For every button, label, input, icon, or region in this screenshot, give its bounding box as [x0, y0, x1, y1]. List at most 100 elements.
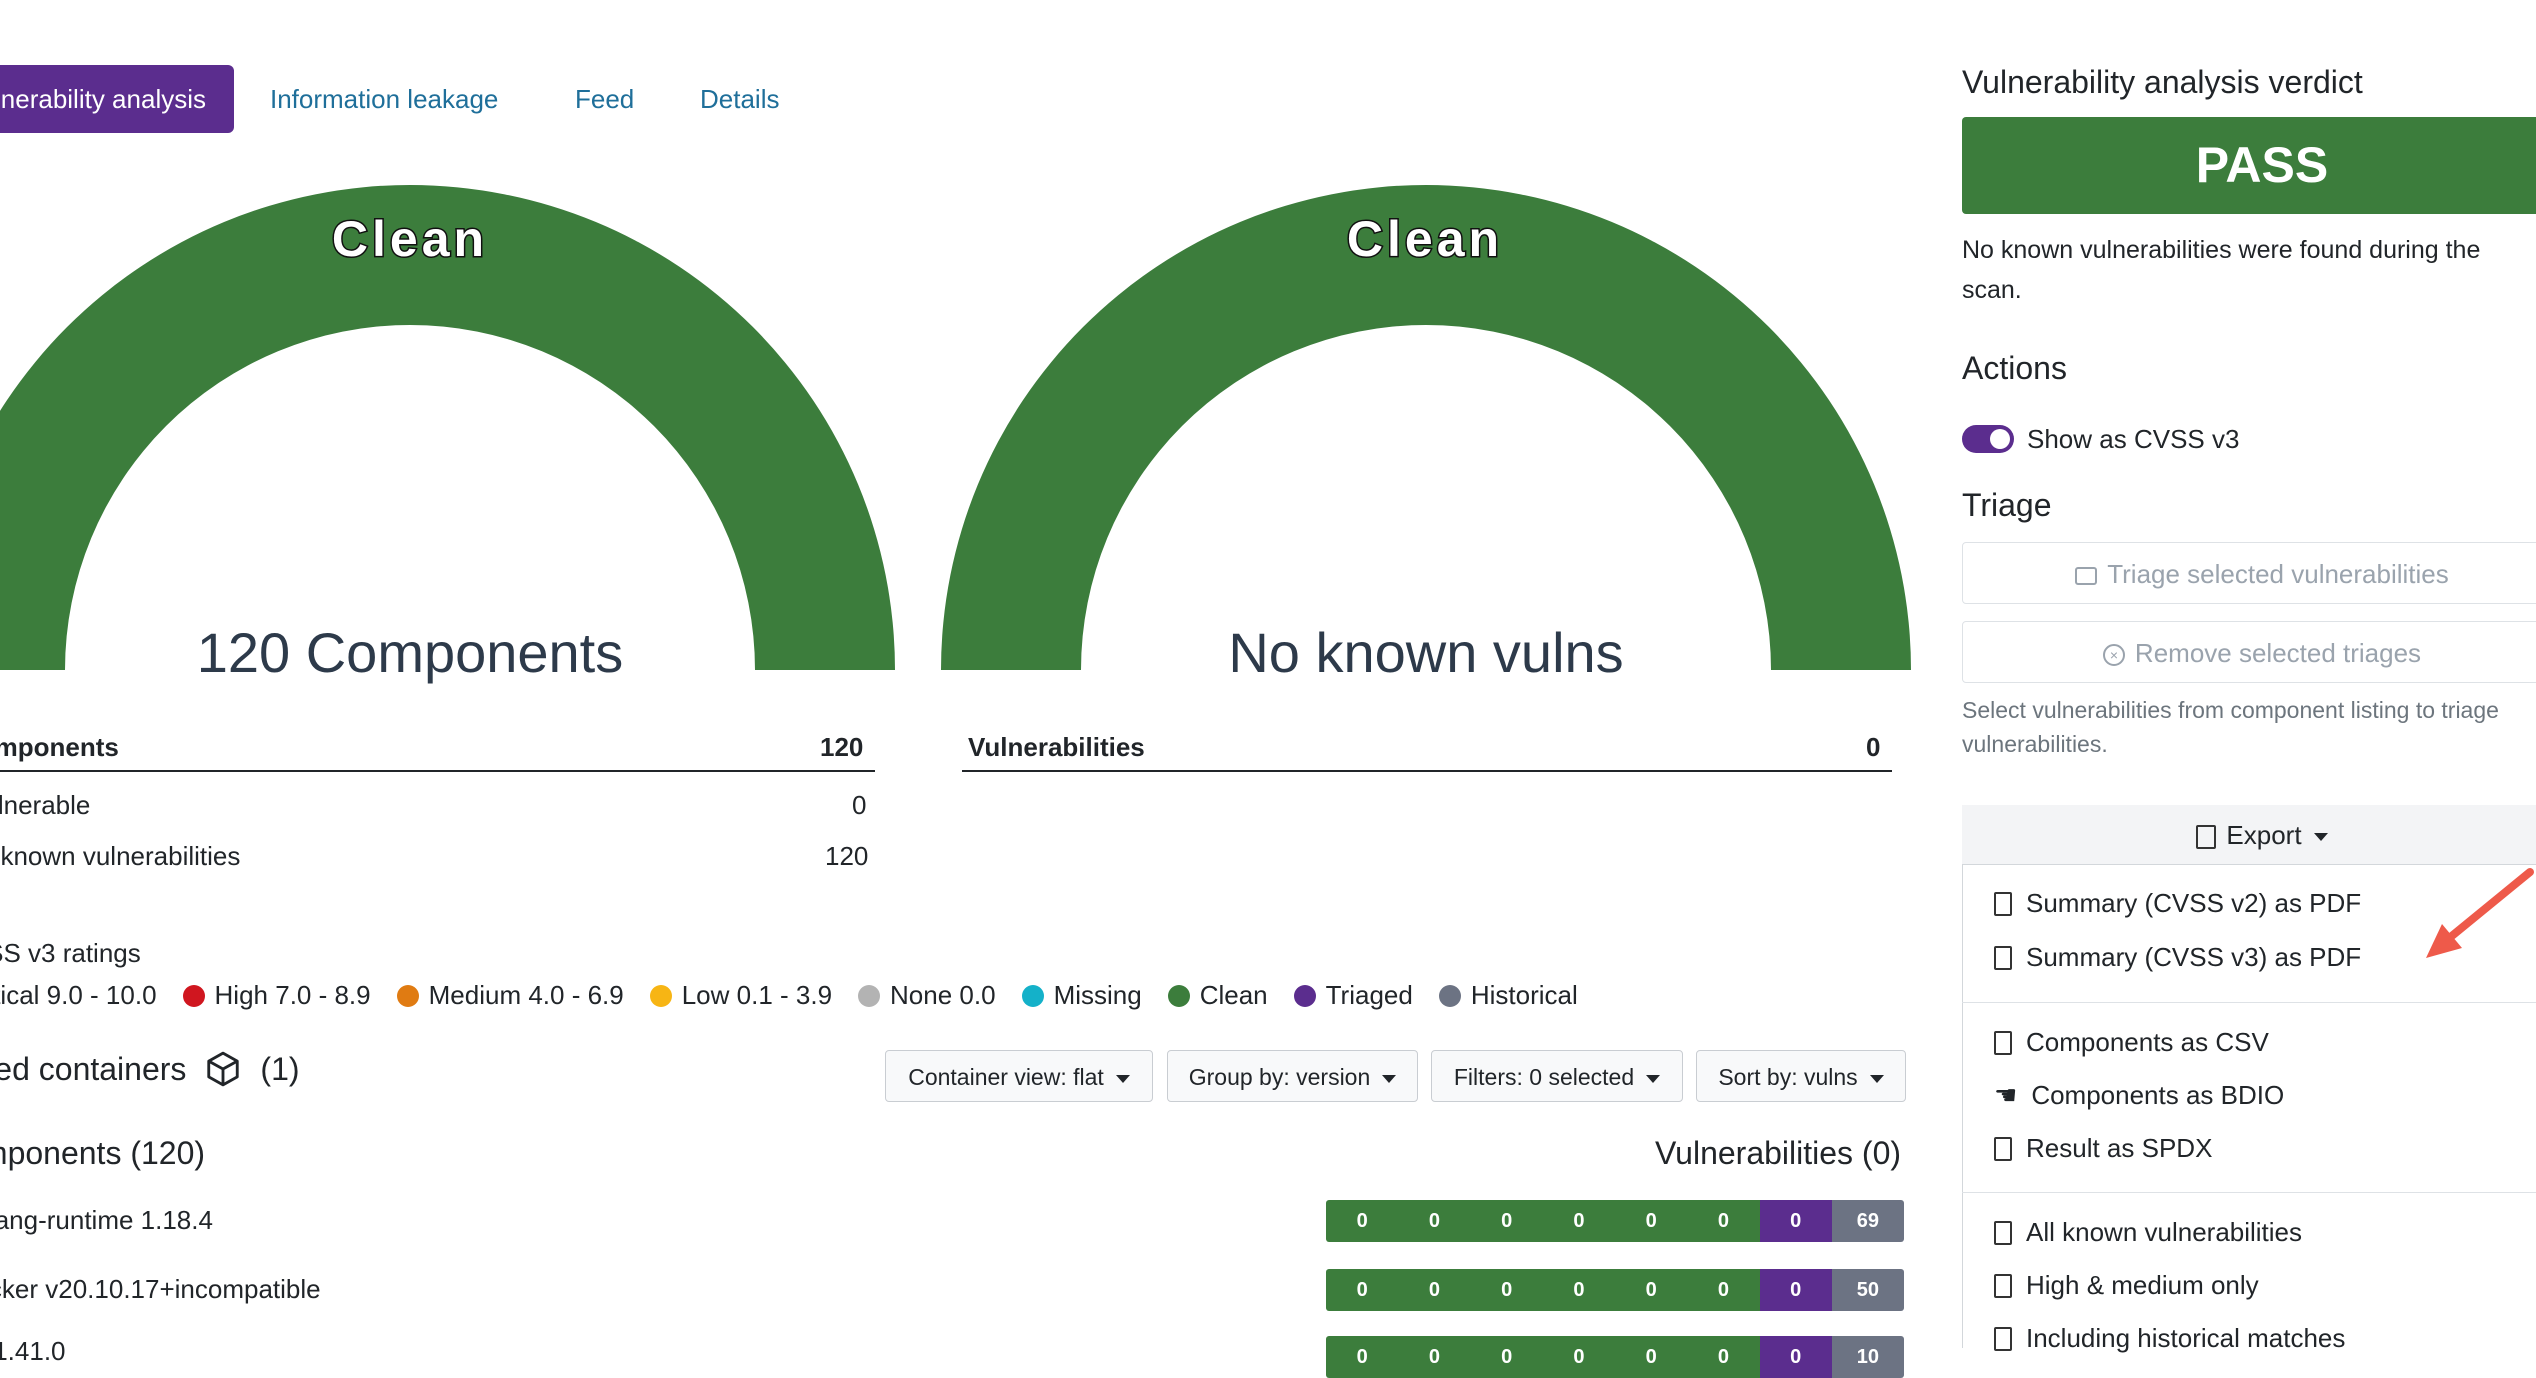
legend-historical: Historical	[1438, 980, 1578, 1011]
file-export-icon	[2196, 825, 2217, 850]
components-header-value: 120	[820, 732, 864, 762]
vulnerable-label: Vulnerable	[0, 790, 91, 820]
component-name-golang[interactable]: golang-runtime 1.18.4	[0, 1205, 213, 1236]
export-high-medium-only[interactable]: High & medium only	[1994, 1270, 2259, 1301]
ratings-legend: Critical 9.0 - 10.0 High 7.0 - 8.9 Mediu…	[0, 980, 1578, 1011]
count-medium: 0	[1470, 1336, 1543, 1378]
tab-vulnerability-analysis[interactable]: Vulnerability analysis	[0, 65, 234, 133]
triage-hint: Select vulnerabilities from component li…	[1962, 697, 2499, 757]
count-low: 0	[1542, 1269, 1615, 1311]
vulns-gauge-status: Clean	[1345, 210, 1504, 269]
export-divider	[1962, 1002, 2536, 1003]
ratings-title: CVSS v3 ratings	[0, 938, 141, 968]
vulnerable-value: 0	[852, 790, 867, 820]
vulnerabilities-divider	[962, 770, 1892, 772]
component-name-third[interactable]: … 1.41.0	[0, 1336, 66, 1367]
actions-title: Actions	[1962, 350, 2067, 386]
count-historical: 10	[1831, 1336, 1904, 1378]
legend-none: None 0.0	[858, 980, 996, 1011]
vulnerabilities-header-label: Vulnerabilities	[968, 732, 1145, 762]
legend-medium: Medium 4.0 - 6.9	[396, 980, 624, 1011]
triage-selected-button[interactable]: Triage selected vulnerabilities	[1962, 542, 2536, 604]
containers-heading: Identified containers (1)	[0, 1050, 300, 1088]
components-header-label: Components	[0, 732, 119, 762]
count-medium: 0	[1470, 1269, 1543, 1311]
csv-file-icon	[1994, 1326, 2012, 1351]
hand-icon: ☚	[1994, 1080, 2018, 1110]
count-none: 0	[1615, 1336, 1688, 1378]
export-summary-v3-pdf[interactable]: Summary (CVSS v3) as PDF	[1994, 942, 2361, 973]
component-vuln-bar-golang: 0 0 0 0 0 0 0 69	[1326, 1200, 1904, 1242]
components-divider	[0, 770, 875, 772]
export-summary-v2-pdf[interactable]: Summary (CVSS v2) as PDF	[1994, 888, 2361, 919]
count-historical: 69	[1831, 1200, 1904, 1242]
count-missing: 0	[1687, 1336, 1760, 1378]
verdict-description: No known vulnerabilities were found duri…	[1962, 236, 2481, 304]
count-critical: 0	[1326, 1200, 1399, 1242]
count-historical: 50	[1831, 1269, 1904, 1311]
count-high: 0	[1398, 1336, 1471, 1378]
triaged-dot-icon	[1293, 984, 1316, 1007]
tab-details[interactable]: Details	[700, 65, 779, 133]
csv-file-icon	[1994, 1220, 2012, 1245]
csv-file-icon	[1994, 1273, 2012, 1298]
tab-information-leakage[interactable]: Information leakage	[270, 65, 498, 133]
export-button[interactable]: Export	[1962, 805, 2536, 865]
count-triaged: 0	[1759, 1336, 1832, 1378]
component-vuln-bar-docker: 0 0 0 0 0 0 0 50	[1326, 1269, 1904, 1311]
chevron-down-icon	[1382, 1074, 1397, 1083]
vulnerabilities-header-value: 0	[1866, 732, 1881, 762]
verdict-result: PASS	[1962, 117, 2536, 214]
count-low: 0	[1542, 1200, 1615, 1242]
count-high: 0	[1398, 1200, 1471, 1242]
cvss-v3-toggle-label[interactable]: Show as CVSS v3	[2027, 424, 2239, 455]
close-circle-icon: ×	[2102, 644, 2125, 667]
filters-dropdown[interactable]: Filters: 0 selected	[1431, 1050, 1683, 1102]
count-triaged: 0	[1759, 1200, 1832, 1242]
components-list-title: Components (120)	[0, 1135, 206, 1171]
export-components-bdio[interactable]: ☚ Components as BDIO	[1994, 1080, 2284, 1111]
no-known-vulns-value: 120	[825, 841, 869, 871]
component-name-docker[interactable]: docker v20.10.17+incompatible	[0, 1274, 321, 1305]
export-components-csv[interactable]: Components as CSV	[1994, 1027, 2269, 1058]
legend-triaged: Triaged	[1293, 980, 1413, 1011]
export-result-spdx[interactable]: Result as SPDX	[1994, 1133, 2212, 1164]
export-including-historical[interactable]: Including historical matches	[1994, 1323, 2345, 1354]
tab-feed[interactable]: Feed	[575, 65, 634, 133]
csv-file-icon	[1994, 1030, 2012, 1055]
export-all-known-vulns[interactable]: All known vulnerabilities	[1994, 1217, 2302, 1248]
box-icon	[207, 1051, 240, 1087]
high-dot-icon	[182, 984, 205, 1007]
count-critical: 0	[1326, 1336, 1399, 1378]
component-vuln-bar-third: 0 0 0 0 0 0 0 10	[1326, 1336, 1904, 1378]
legend-high: High 7.0 - 8.9	[182, 980, 371, 1011]
toggle-knob	[1990, 429, 2010, 449]
clean-dot-icon	[1167, 984, 1190, 1007]
chevron-down-icon	[2313, 833, 2328, 842]
cvss-v3-toggle[interactable]	[1962, 425, 2014, 453]
count-missing: 0	[1687, 1269, 1760, 1311]
containers-title: Identified containers	[0, 1050, 187, 1087]
components-gauge-caption: 120 Components	[196, 621, 624, 684]
pdf-file-icon	[1994, 945, 2012, 970]
annotation-arrow-icon	[2426, 868, 2534, 958]
group-by-dropdown[interactable]: Group by: version	[1167, 1050, 1418, 1102]
count-none: 0	[1615, 1269, 1688, 1311]
components-gauge-status: Clean	[330, 210, 489, 269]
chevron-down-icon	[1646, 1074, 1661, 1083]
legend-critical: Critical 9.0 - 10.0	[0, 980, 157, 1010]
remove-triages-button[interactable]: × Remove selected triages	[1962, 621, 2536, 683]
container-view-dropdown[interactable]: Container view: flat	[885, 1050, 1153, 1102]
chevron-down-icon	[1869, 1074, 1884, 1083]
legend-low: Low 0.1 - 3.9	[649, 980, 832, 1011]
historical-dot-icon	[1438, 984, 1461, 1007]
medium-dot-icon	[396, 984, 419, 1007]
sort-by-dropdown[interactable]: Sort by: vulns	[1696, 1050, 1906, 1102]
briefcase-plus-icon	[2075, 567, 2098, 586]
count-none: 0	[1615, 1200, 1688, 1242]
verdict-title: Vulnerability analysis verdict	[1962, 64, 2363, 100]
count-missing: 0	[1687, 1200, 1760, 1242]
none-dot-icon	[858, 984, 881, 1007]
legend-clean: Clean	[1167, 980, 1268, 1011]
count-high: 0	[1398, 1269, 1471, 1311]
